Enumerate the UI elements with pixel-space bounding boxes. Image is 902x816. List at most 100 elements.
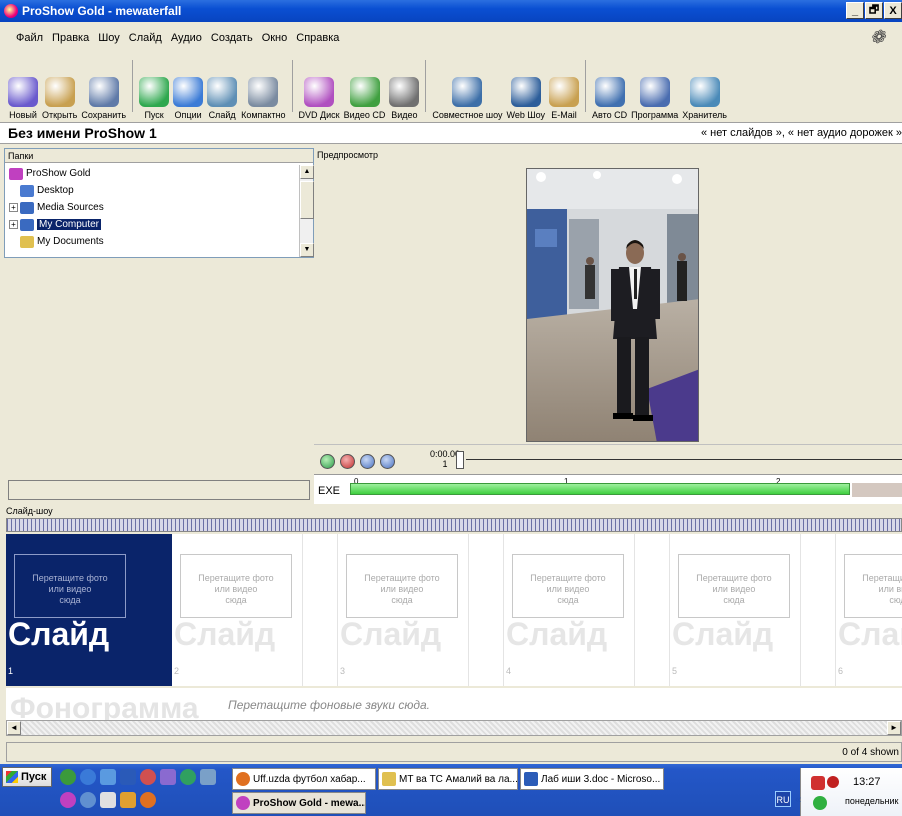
tray-chevron-icon[interactable]: « bbox=[795, 794, 801, 806]
slide-drop-zone[interactable]: Перетащите фотоили видеосюда bbox=[14, 554, 126, 618]
slide-drop-zone[interactable]: Перетащите фотоили видеосюда bbox=[844, 554, 902, 618]
menu-show[interactable]: Шоу bbox=[98, 32, 120, 44]
menu-edit[interactable]: Правка bbox=[52, 32, 89, 44]
slide-slot[interactable]: Перетащите фото или видео сюда Слайд 2 bbox=[172, 534, 302, 686]
toolbar-button-save[interactable]: Сохранить bbox=[81, 77, 126, 120]
transition-slot[interactable] bbox=[136, 534, 172, 686]
scroll-up-icon[interactable]: ▲ bbox=[300, 165, 314, 179]
toolbar-button-new[interactable]: Новый bbox=[8, 77, 38, 120]
toolbar-button-autocd[interactable]: Авто CD bbox=[592, 77, 627, 120]
close-button[interactable]: X bbox=[884, 2, 902, 19]
toolbar-button-label: E-Mail bbox=[551, 110, 577, 120]
scroll-down-icon[interactable]: ▼ bbox=[300, 243, 314, 257]
slideshow-header: Слайд-шоу bbox=[6, 506, 53, 516]
quicklaunch-paint-icon[interactable] bbox=[160, 769, 176, 785]
scroll-left-icon[interactable]: ◄ bbox=[7, 721, 21, 735]
toolbar-button-saver[interactable]: Хранитель bbox=[682, 77, 727, 120]
network-icon[interactable] bbox=[813, 796, 827, 810]
taskbar-button-word[interactable]: Лаб иши 3.doc - Microso... bbox=[520, 768, 664, 790]
quicklaunch-proshow-icon[interactable] bbox=[60, 792, 76, 808]
quicklaunch-ie-icon[interactable] bbox=[80, 769, 96, 785]
clock[interactable]: 13:27 bbox=[853, 776, 881, 788]
play-icon[interactable] bbox=[320, 454, 335, 469]
transition-slot[interactable] bbox=[302, 534, 338, 686]
language-indicator[interactable]: RU bbox=[775, 791, 791, 807]
slide-drop-zone[interactable]: Перетащите фотоили видеосюда bbox=[512, 554, 624, 618]
toolbar-button-label: Слайд bbox=[208, 110, 236, 120]
slide-slot[interactable]: Перетащите фото или видео сюда Слайд 4 bbox=[504, 534, 634, 686]
menu-audio[interactable]: Аудио bbox=[171, 32, 202, 44]
toolbar-button-label: Программа bbox=[631, 110, 679, 120]
toolbar-button-play[interactable]: Пуск bbox=[139, 77, 170, 120]
antivirus-icon[interactable] bbox=[811, 776, 825, 790]
slide-drop-zone[interactable]: Перетащите фотоили видеосюда bbox=[180, 554, 292, 618]
toolbar-button-web[interactable]: Web Шоу bbox=[507, 77, 545, 120]
status-count: 0 of 4 shown bbox=[842, 747, 899, 758]
menu-file[interactable]: Файл bbox=[16, 32, 43, 44]
quicklaunch-opera-icon[interactable] bbox=[60, 769, 76, 785]
menu-window[interactable]: Окно bbox=[262, 32, 288, 44]
toolbar-button-vcd[interactable]: Видео CD bbox=[344, 77, 385, 120]
folder-item[interactable]: Desktop bbox=[5, 182, 299, 199]
folder-item[interactable]: My Documents bbox=[5, 233, 299, 250]
quicklaunch-media-icon[interactable] bbox=[140, 769, 156, 785]
expand-icon[interactable]: + bbox=[9, 220, 18, 229]
previous-icon[interactable] bbox=[360, 454, 375, 469]
toolbar-button-compact[interactable]: Компактно bbox=[241, 77, 286, 120]
folder-item[interactable]: + My Computer bbox=[5, 216, 299, 233]
position-slider[interactable] bbox=[456, 451, 464, 469]
toolbar-button-video[interactable]: Видео bbox=[389, 77, 420, 120]
toolbar-button-options[interactable]: Опции bbox=[173, 77, 204, 120]
slide-watermark: Слайд bbox=[838, 616, 902, 652]
stop-icon[interactable] bbox=[340, 454, 355, 469]
folders-scrollbar[interactable]: ▲ ▼ bbox=[299, 165, 314, 257]
quicklaunch-folder-icon[interactable] bbox=[120, 792, 136, 808]
toolbar-button-email[interactable]: E-Mail bbox=[549, 77, 580, 120]
next-icon[interactable] bbox=[380, 454, 395, 469]
scroll-thumb[interactable] bbox=[300, 181, 314, 219]
slide-drop-zone[interactable]: Перетащите фотоили видеосюда bbox=[346, 554, 458, 618]
transition-slot[interactable] bbox=[800, 534, 836, 686]
taskbar: Пуск Uff.uzda футбол хабар... MT ва ТС А… bbox=[0, 764, 902, 816]
toolbar-button-open[interactable]: Открыть bbox=[42, 77, 77, 120]
drop-hint: или видео bbox=[878, 584, 902, 594]
menu-slide[interactable]: Слайд bbox=[129, 32, 162, 44]
quicklaunch-save-icon[interactable] bbox=[120, 769, 136, 785]
quicklaunch-chrome-icon[interactable] bbox=[80, 792, 96, 808]
toolbar-button-program[interactable]: Программа bbox=[631, 77, 678, 120]
quicklaunch-desktop-icon[interactable] bbox=[100, 792, 116, 808]
start-button[interactable]: Пуск bbox=[2, 767, 52, 787]
word-icon bbox=[524, 772, 538, 786]
expand-icon[interactable]: + bbox=[9, 203, 18, 212]
slide-slot[interactable]: Перетащите фотоили видеосюдаСлайд6 bbox=[836, 534, 902, 686]
taskbar-button-firefox[interactable]: Uff.uzda футбол хабар... bbox=[232, 768, 376, 790]
folder-item[interactable]: ProShow Gold bbox=[5, 165, 299, 182]
toolbar-button-slide[interactable]: Слайд bbox=[207, 77, 238, 120]
minimize-button[interactable]: _ bbox=[846, 2, 864, 19]
transition-slot[interactable] bbox=[468, 534, 504, 686]
scroll-right-icon[interactable]: ► bbox=[887, 721, 901, 735]
menu-create[interactable]: Создать bbox=[211, 32, 253, 44]
transition-slot[interactable] bbox=[634, 534, 670, 686]
position-track[interactable] bbox=[466, 459, 902, 460]
soundtrack-area[interactable]: Фонограмма Перетащите фоновые звуки сюда… bbox=[6, 688, 902, 725]
folder-item[interactable]: + Media Sources bbox=[5, 199, 299, 216]
security-icon[interactable] bbox=[827, 776, 839, 788]
timeline-bar[interactable] bbox=[350, 483, 850, 495]
quicklaunch-firefox-icon[interactable] bbox=[140, 792, 156, 808]
toolbar-button-share[interactable]: Совместное шоу bbox=[432, 77, 503, 120]
slide-slot[interactable]: Перетащите фото или видео сюда Слайд 5 bbox=[670, 534, 800, 686]
slide-drop-zone[interactable]: Перетащите фотоили видеосюда bbox=[678, 554, 790, 618]
toolbar-button-dvd[interactable]: DVD Диск bbox=[299, 77, 340, 120]
slide-slot[interactable]: Перетащите фото или видео сюда Слайд 1 bbox=[6, 534, 136, 686]
quicklaunch-browser-icon[interactable] bbox=[100, 769, 116, 785]
slides-scrollbar[interactable]: ◄ ► bbox=[6, 720, 902, 736]
maximize-button[interactable]: 🗗 bbox=[865, 2, 883, 19]
quicklaunch-player-icon[interactable] bbox=[180, 769, 196, 785]
menu-help[interactable]: Справка bbox=[296, 32, 339, 44]
quicklaunch-saver-icon[interactable] bbox=[200, 769, 216, 785]
taskbar-button-proshow[interactable]: ProShow Gold - mewa... bbox=[232, 792, 366, 814]
slideshow-ruler[interactable] bbox=[6, 518, 902, 532]
taskbar-button-folder[interactable]: MT ва ТС Амалий ва ла... bbox=[378, 768, 518, 790]
slide-slot[interactable]: Перетащите фото или видео сюда Слайд 3 bbox=[338, 534, 468, 686]
